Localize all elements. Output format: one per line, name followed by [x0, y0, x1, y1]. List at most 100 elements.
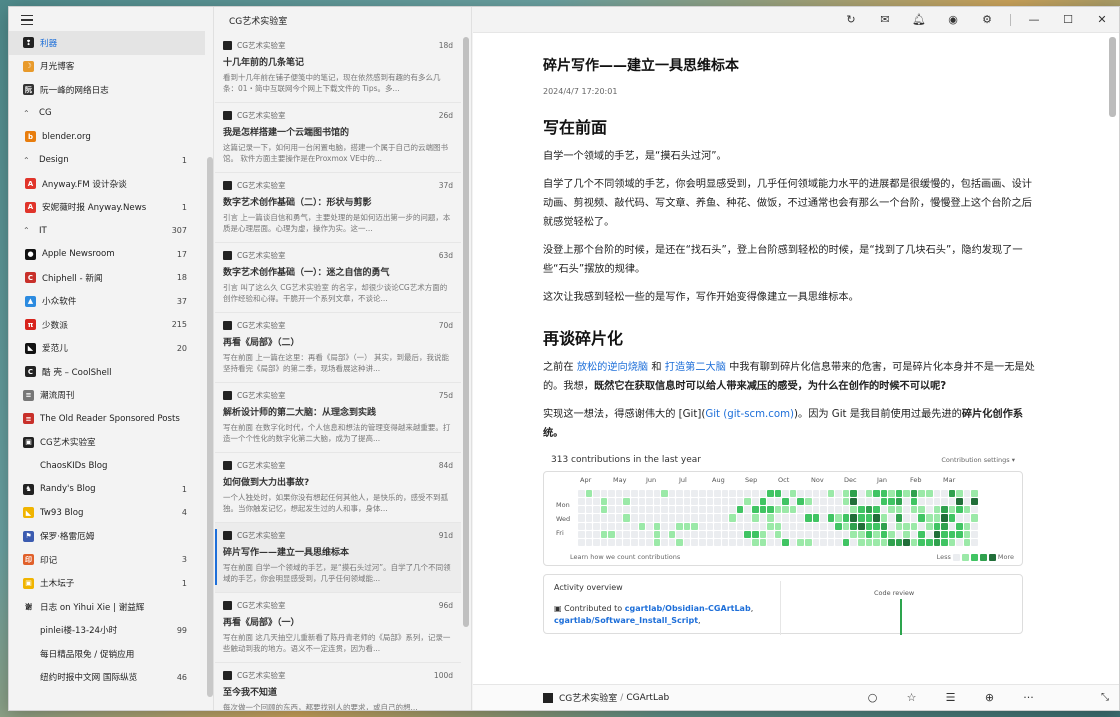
article-list-title: CG艺术实验室: [229, 16, 288, 27]
star-icon[interactable]: ☆: [892, 691, 931, 704]
sidebar-feed[interactable]: 谢日志 on Yihui Xie | 谢益辉: [9, 595, 205, 619]
mark-read-circle-icon[interactable]: ○: [853, 691, 892, 704]
sidebar-feed[interactable]: ≡ The Old Reader Sponsored Posts: [9, 407, 205, 431]
gh-cell: [926, 514, 933, 522]
gh-contributed: ▣ Contributed to cgartlab/Obsidian-CGArt…: [554, 604, 754, 625]
article-age: 37d: [438, 180, 453, 190]
sidebar-feed[interactable]: A Anyway.FM 设计杂谈: [9, 172, 205, 196]
minimize-button[interactable]: —: [1017, 7, 1051, 33]
article-item[interactable]: CG艺术实验室 91d 碎片写作——建立一具思维标本 写在前面 自学一个领域的手艺，是…: [215, 523, 461, 593]
link-git[interactable]: Git (git-scm.com): [705, 409, 794, 420]
sidebar-feed[interactable]: 每日精品限免 / 促销应用: [9, 642, 205, 666]
sidebar-feed[interactable]: C 酷 壳 – CoolShell: [9, 360, 205, 384]
article-snippet: 写在前面 自学一个领域的手艺，是“摸石头过河”。自学了几个不同领域的手艺，你会明…: [223, 563, 451, 583]
gh-cell: [714, 490, 721, 498]
view-eye-icon[interactable]: ◉: [936, 7, 970, 33]
gh-cell: [895, 490, 903, 498]
sidebar-feed[interactable]: 阮阮一峰的网络日志: [9, 78, 205, 102]
article-source[interactable]: CG艺术实验室 / CGArtLab: [543, 691, 669, 704]
article-item[interactable]: CG艺术实验室 100d 至今我不知道 每次做一个回顾的东西，都要找别人的要求，或自己…: [215, 663, 461, 710]
gh-cell: [608, 498, 615, 506]
gh-cell: [827, 498, 835, 506]
gh-cell: [691, 506, 699, 514]
sidebar-feed[interactable]: 印印记 3: [9, 548, 205, 572]
gh-cell: [653, 506, 661, 514]
sidebar-group[interactable]: ⌃ IT 307: [9, 219, 205, 243]
article-item[interactable]: CG艺术实验室 75d 解析设计师的第二大脑：从理念到实践 写在前面 在数字化时代，个…: [215, 383, 461, 453]
sidebar-feed[interactable]: C Chiphell - 新闻 18: [9, 266, 205, 290]
gh-cell: [926, 522, 933, 530]
open-in-browser-globe-icon[interactable]: ⊕: [970, 691, 1009, 704]
article-item[interactable]: CG艺术实验室 63d 数字艺术创作基础（一）：迷之自信的勇气 引言 叫了这么久 CG…: [215, 243, 461, 313]
gh-cell: [797, 538, 804, 546]
menu-icon[interactable]: [21, 15, 33, 25]
gh-cell: [971, 530, 978, 538]
reader-view-icon[interactable]: ☰: [931, 691, 970, 704]
sidebar-feed[interactable]: ☽ 月光博客: [9, 55, 205, 79]
article-item[interactable]: CG艺术实验室 26d 我是怎样搭建一个云端图书馆的 这篇记录一下，如何用一台闲置电脑…: [215, 103, 461, 173]
close-button[interactable]: ✕: [1085, 7, 1119, 33]
article-item[interactable]: CG艺术实验室 84d 如何做到大力出事故? 一个人独处时，如果你没有想起任何其他人，…: [215, 453, 461, 523]
sidebar-feed[interactable]: ◣ 爱范儿 20: [9, 337, 205, 361]
link-relax[interactable]: 放松的逆向烧脑: [577, 362, 648, 373]
sidebar-feed[interactable]: ≡ 潮流周刊: [9, 384, 205, 408]
gh-cell: [661, 530, 668, 538]
gh-cell: [926, 538, 933, 546]
article-item[interactable]: CG艺术实验室 18d 十几年前的几条笔记 看到十几年前在铺子便笺中的笔记，现在依然感…: [215, 33, 461, 103]
sidebar-feed[interactable]: ⚑ 保罗·格雷厄姆: [9, 525, 205, 549]
article-list-pane: CG艺术实验室 CG艺术实验室 18d 十几年前的几条笔记 看到十几年前在铺子便笺中的…: [215, 7, 472, 710]
sidebar-feed[interactable]: ● Apple Newsroom 17: [9, 243, 205, 267]
gh-cell: [850, 530, 857, 538]
sidebar-feed[interactable]: ❢ 利器: [9, 31, 205, 55]
gh-cell: [963, 538, 971, 546]
article-list-scrollbar[interactable]: [463, 37, 469, 627]
gh-cell: [653, 530, 661, 538]
mark-all-read-icon[interactable]: ✉: [868, 7, 902, 33]
sidebar-feed[interactable]: ♞ Randy's Blog 1: [9, 478, 205, 502]
sidebar-item-label: CG: [39, 108, 52, 119]
sidebar-feed[interactable]: π 少数派 215: [9, 313, 205, 337]
sidebar-feed[interactable]: ▲ 小众软件 37: [9, 290, 205, 314]
gh-cell: [842, 506, 850, 514]
feed-favicon-icon: π: [25, 319, 36, 331]
sidebar-item-label: 印记: [40, 555, 58, 566]
fullscreen-icon[interactable]: ⤡: [1101, 692, 1109, 703]
gh-cell: [903, 530, 910, 538]
sidebar-feed[interactable]: b blender.org: [9, 125, 205, 149]
article-item[interactable]: CG艺术实验室 70d 再看《局部》（二） 写在前面 上一篇在这里：再看《局部》（一）…: [215, 313, 461, 383]
gh-cell: [850, 514, 857, 522]
more-options-icon[interactable]: ···: [1009, 691, 1048, 704]
gh-days: Mon Wed Fri: [556, 498, 570, 540]
sidebar-feed[interactable]: 纽约时报中文网 国际纵览 46: [9, 666, 205, 690]
maximize-button[interactable]: ☐: [1051, 7, 1085, 33]
gh-cell: [797, 522, 804, 530]
sidebar-group[interactable]: ⌃ CG: [9, 102, 205, 126]
legend-cell: [970, 553, 978, 561]
article-item[interactable]: CG艺术实验室 37d 数字艺术创作基础（二）：形状与剪影 引言 上一篇谈自信和勇气，…: [215, 173, 461, 243]
sidebar-feed[interactable]: ▣ CG艺术实验室: [9, 431, 205, 455]
refresh-icon[interactable]: ↻: [834, 7, 868, 33]
article-source: CG艺术实验室: [237, 390, 286, 400]
sidebar-feed[interactable]: ▣ 土木坛子 1: [9, 572, 205, 596]
gh-cell: [585, 506, 593, 514]
sidebar-group[interactable]: ⌃ Design 1: [9, 149, 205, 173]
sidebar-scrollbar[interactable]: [207, 157, 213, 697]
settings-gear-icon[interactable]: ⚙: [970, 7, 1004, 33]
sidebar-feed[interactable]: ◣ Tw93 Blog 4: [9, 501, 205, 525]
chevron-up-icon[interactable]: ⌃: [23, 156, 33, 165]
chevron-up-icon[interactable]: ⌃: [23, 226, 33, 235]
link-second-brain[interactable]: 打造第二大脑: [665, 362, 726, 373]
gh-cell: [903, 522, 910, 530]
sidebar-feed[interactable]: pinlei楼-13-24小时 99: [9, 619, 205, 643]
gh-cell: [918, 530, 926, 538]
sidebar-item-label: pinlei楼-13-24小时: [40, 626, 118, 637]
gh-cell: [585, 514, 593, 522]
gh-cell: [850, 490, 857, 498]
sidebar-feed[interactable]: ChaosKIDs Blog: [9, 454, 205, 478]
chevron-up-icon[interactable]: ⌃: [23, 109, 33, 118]
reader-scrollbar[interactable]: [1109, 37, 1116, 117]
notification-bell-icon[interactable]: 🔔︎: [902, 7, 936, 33]
article-item[interactable]: CG艺术实验室 96d 再看《局部》（一） 写在前面 这几天抽空儿重新看了陈丹青老师的…: [215, 593, 461, 663]
gh-cell: [623, 514, 630, 522]
sidebar-feed[interactable]: A 安妮薇时报 Anyway.News 1: [9, 196, 205, 220]
